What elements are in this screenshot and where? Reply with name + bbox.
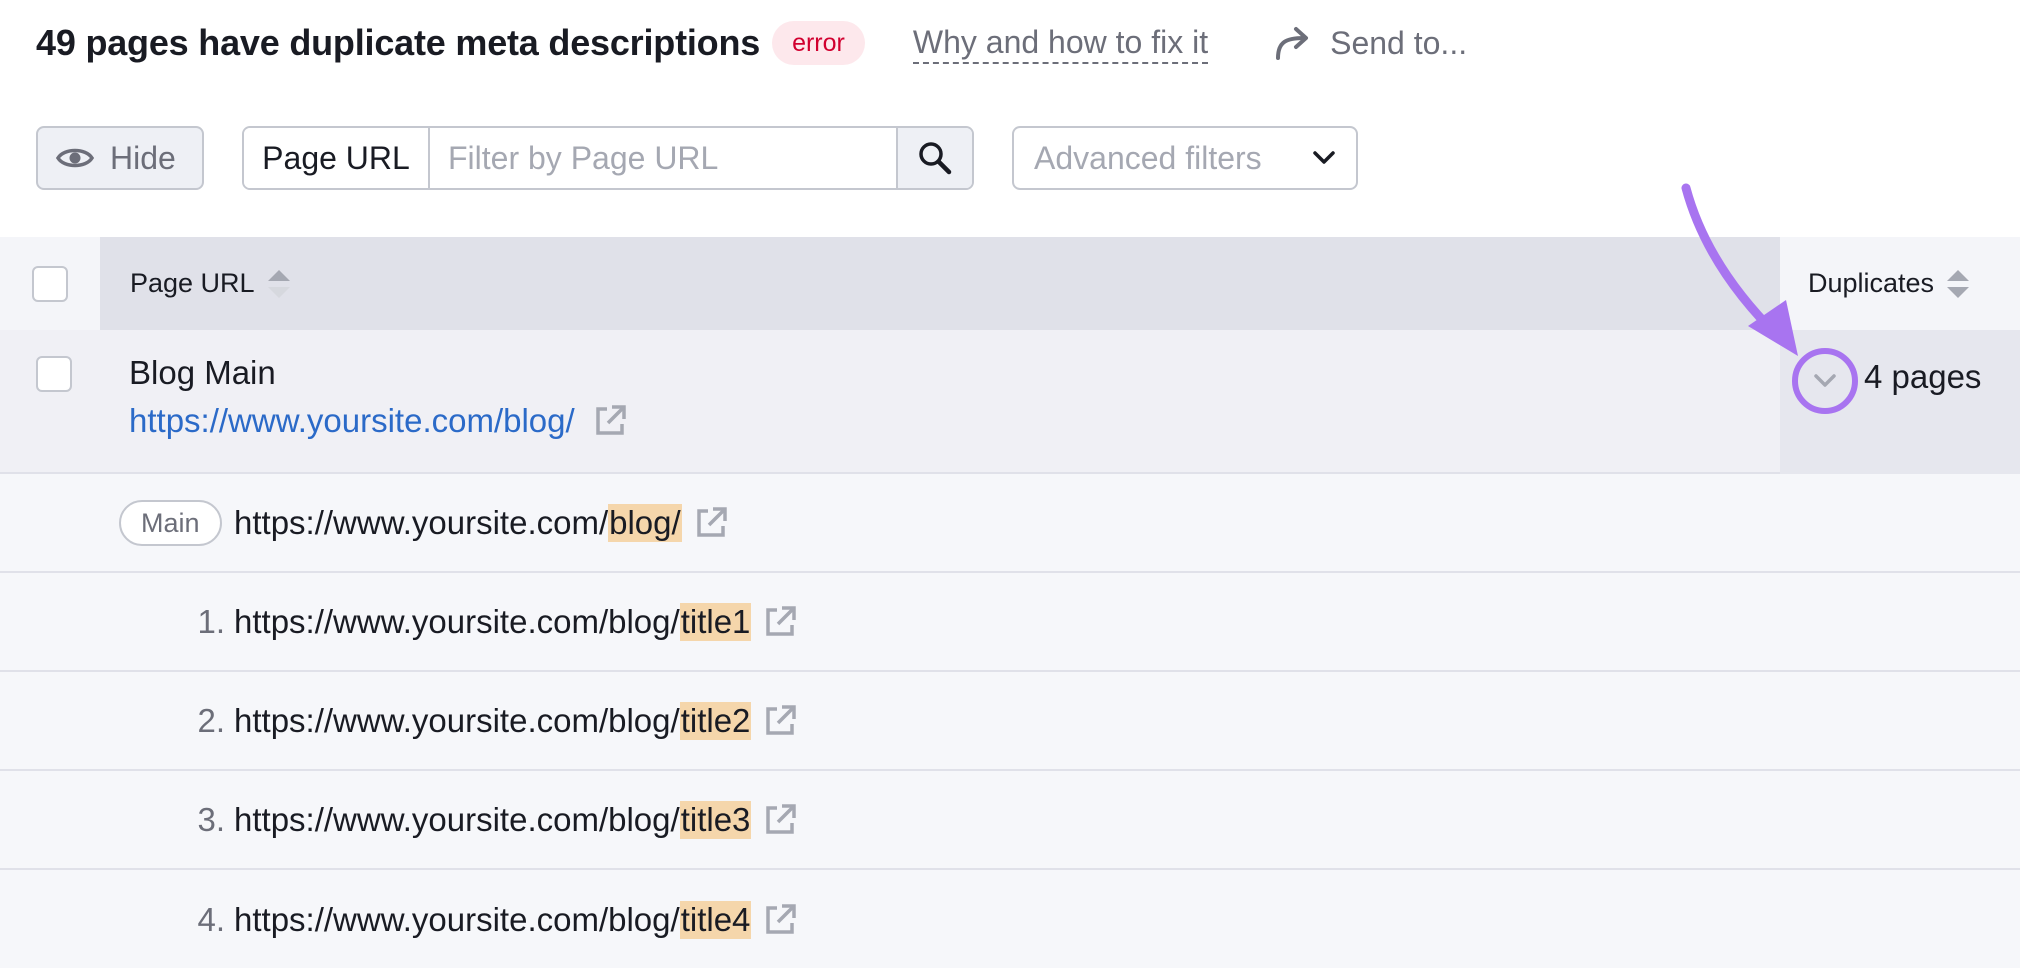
send-to-label: Send to...	[1330, 24, 1468, 61]
url-highlight: title4	[679, 900, 752, 939]
url-highlight: title1	[679, 602, 752, 641]
url-prefix: https://www.yoursite.com/blog/	[234, 602, 680, 640]
advanced-filters-label: Advanced filters	[1034, 139, 1262, 176]
external-link-icon[interactable]	[763, 903, 797, 937]
url-prefix: https://www.yoursite.com/blog/	[234, 701, 680, 739]
row-index: 1.	[197, 602, 225, 640]
page-title: 49 pages have duplicate meta description…	[36, 22, 761, 63]
main-tag: Main	[119, 499, 222, 546]
filter-toolbar: Hide Page URL Advanced filters	[36, 126, 1358, 190]
external-link-icon[interactable]	[694, 506, 728, 540]
column-header-label: Page URL	[130, 268, 255, 298]
list-item: 1. https://www.yoursite.com/blog/title1	[0, 573, 2020, 672]
row-index: 2.	[197, 701, 225, 739]
list-item: 4. https://www.yoursite.com/blog/title4	[0, 870, 2020, 968]
sub-url: https://www.yoursite.com/blog/title2	[234, 701, 797, 740]
duplicates-count: 4 pages	[1864, 358, 1982, 395]
search-icon	[919, 142, 952, 175]
annotation-arrow-icon	[1681, 183, 1798, 356]
sub-url: https://www.yoursite.com/blog/title3	[234, 800, 797, 839]
row-index: 4.	[197, 900, 225, 938]
sort-icon[interactable]	[267, 269, 291, 299]
url-filter-select[interactable]: Page URL	[244, 128, 430, 188]
send-arrow-icon	[1276, 27, 1309, 60]
external-link-icon[interactable]	[763, 803, 797, 837]
column-header-label: Duplicates	[1808, 268, 1935, 298]
sub-url: https://www.yoursite.com/blog/	[234, 503, 728, 542]
url-filter-input[interactable]	[430, 128, 896, 188]
hide-button[interactable]: Hide	[36, 126, 204, 190]
external-link-icon[interactable]	[593, 404, 627, 438]
row-url-text[interactable]: https://www.yoursite.com/blog/	[129, 402, 575, 440]
chevron-down-icon	[1313, 151, 1335, 164]
list-item: Main https://www.yoursite.com/blog/	[0, 474, 2020, 573]
select-all-cell	[0, 237, 100, 330]
chevron-down-icon	[1814, 374, 1836, 387]
column-header-page-url[interactable]: Page URL	[100, 237, 1780, 330]
row-checkbox[interactable]	[36, 356, 72, 392]
search-button[interactable]	[896, 128, 972, 188]
send-to-button[interactable]: Send to...	[1274, 25, 1467, 62]
row-url-link[interactable]: https://www.yoursite.com/blog/	[129, 402, 627, 440]
external-link-icon[interactable]	[763, 704, 797, 738]
select-all-checkbox[interactable]	[32, 265, 68, 302]
advanced-filters-dropdown[interactable]: Advanced filters	[1012, 126, 1358, 190]
why-fix-link[interactable]: Why and how to fix it	[912, 22, 1209, 64]
url-highlight: blog/	[608, 503, 682, 542]
external-link-icon[interactable]	[763, 605, 797, 639]
url-highlight: title3	[679, 800, 752, 839]
list-item: 3. https://www.yoursite.com/blog/title3	[0, 771, 2020, 870]
hide-label: Hide	[110, 139, 176, 176]
url-prefix: https://www.yoursite.com/blog/	[234, 800, 680, 838]
eye-icon	[56, 148, 94, 168]
url-prefix: https://www.yoursite.com/blog/	[234, 900, 680, 938]
row-page-name: Blog Main	[129, 354, 276, 391]
error-badge: error	[772, 21, 865, 65]
list-item: 2. https://www.yoursite.com/blog/title2	[0, 672, 2020, 771]
url-prefix: https://www.yoursite.com/	[234, 503, 609, 541]
sort-icon[interactable]	[1946, 269, 1970, 299]
report-header: 49 pages have duplicate meta description…	[36, 18, 1467, 68]
sub-url: https://www.yoursite.com/blog/title1	[234, 602, 797, 641]
url-highlight: title2	[679, 701, 752, 740]
sub-url: https://www.yoursite.com/blog/title4	[234, 900, 797, 939]
url-filter-group: Page URL	[242, 126, 974, 190]
row-index: 3.	[197, 800, 225, 838]
